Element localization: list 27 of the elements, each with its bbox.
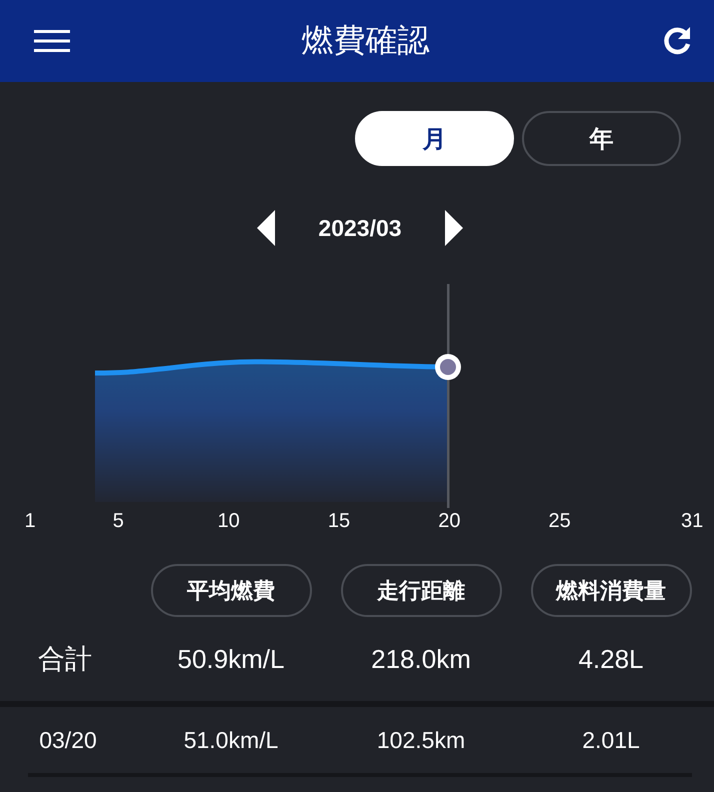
period-tab[interactable]: 月 xyxy=(355,111,514,166)
axis-tick-label: 5 xyxy=(112,510,124,533)
table-cell: 4.28L xyxy=(578,644,644,674)
column-header-button[interactable]: 走行距離 xyxy=(340,564,502,617)
table-cell: 03/20 xyxy=(39,726,97,754)
table-cell: 2.01L xyxy=(582,726,640,754)
axis-tick-label: 15 xyxy=(328,510,350,533)
table-cell: 102.5km xyxy=(376,726,466,754)
axis-tick-label: 10 xyxy=(218,510,240,533)
menu-icon[interactable] xyxy=(34,29,70,53)
refresh-icon[interactable] xyxy=(661,25,693,57)
previous-icon[interactable] xyxy=(256,210,276,246)
axis-tick-label: 31 xyxy=(680,510,704,533)
axis-tick-label: 25 xyxy=(548,510,571,533)
axis-tick-label: 1 xyxy=(24,510,36,533)
next-icon[interactable] xyxy=(444,210,464,246)
table-cell: 51.0km/L xyxy=(184,726,278,754)
screen-title: 燃費確認 xyxy=(302,20,430,61)
table-cell: 50.9km/L xyxy=(178,644,284,674)
period-label: 2023/03 xyxy=(318,214,402,242)
column-header-button[interactable]: 燃料消費量 xyxy=(530,564,692,617)
column-header-button[interactable]: 平均燃費 xyxy=(150,564,312,617)
period-tab[interactable]: 年 xyxy=(522,111,681,166)
total-label: 合計 xyxy=(38,643,92,677)
data-point[interactable] xyxy=(435,354,461,380)
table-cell: 218.0km xyxy=(371,644,471,674)
axis-tick-label: 20 xyxy=(438,510,460,533)
